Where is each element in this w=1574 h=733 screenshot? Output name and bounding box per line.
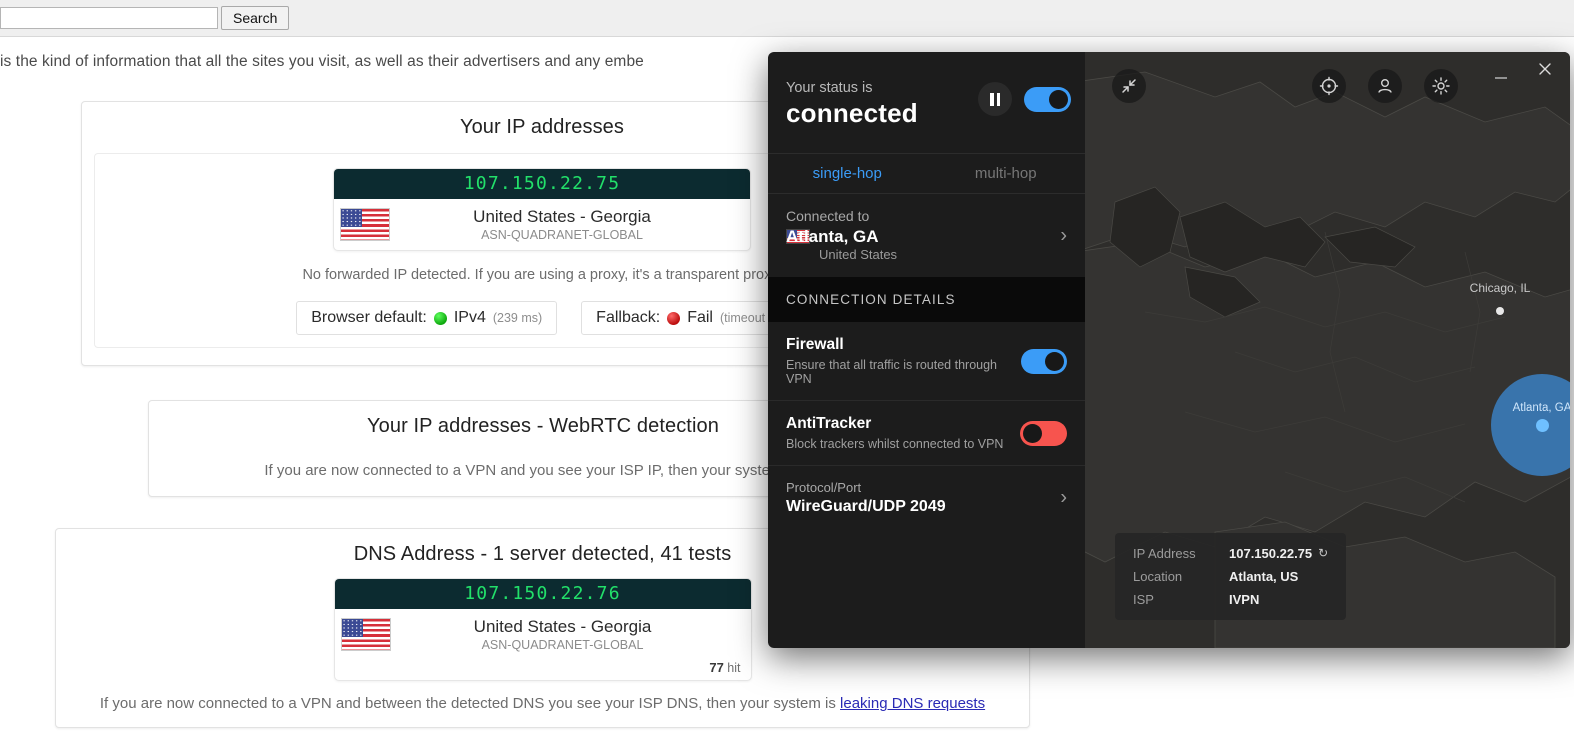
connection-details-header: CONNECTION DETAILS [768, 277, 1085, 322]
ip-asn: ASN-QUADRANET-GLOBAL [481, 228, 643, 242]
gear-icon [1432, 77, 1450, 95]
browser-default-label: Browser default: [311, 309, 427, 326]
tab-multi-hop[interactable]: multi-hop [927, 154, 1086, 193]
search-input[interactable] [0, 7, 218, 29]
close-button[interactable] [1532, 56, 1558, 87]
minimize-button[interactable] [1490, 64, 1512, 91]
vpn-side-panel: Your status is connected single-hop mult… [768, 52, 1085, 648]
dns-leak-link[interactable]: leaking DNS requests [840, 695, 985, 712]
account-button[interactable] [1368, 69, 1402, 103]
dns-footer: If you are now connected to a VPN and be… [56, 695, 1029, 712]
locate-me-button[interactable] [1312, 69, 1346, 103]
chevron-right-icon: › [1060, 486, 1067, 509]
fallback-pill: Fallback: Fail (timeout - [581, 301, 788, 335]
antitracker-toggle[interactable] [1020, 420, 1067, 446]
webrtc-footer-text: If you are now connected to a VPN and yo… [264, 462, 802, 479]
vpn-map[interactable]: Montreal Toronto Chicago, IL New Jersey,… [1085, 52, 1570, 648]
active-city-label: Atlanta, GA [1512, 402, 1570, 414]
info-row-isp: ISP IVPN [1133, 592, 1328, 607]
info-key: ISP [1133, 592, 1154, 607]
protocol-port-row[interactable]: Protocol/Port WireGuard/UDP 2049 › [768, 466, 1085, 530]
shrink-arrows-icon [1122, 79, 1136, 93]
city-label: Chicago, IL [1469, 281, 1531, 295]
browser-default-pill: Browser default: IPv4 (239 ms) [296, 301, 558, 335]
close-icon [1539, 63, 1551, 75]
hop-mode-tabs: single-hop multi-hop [768, 153, 1085, 194]
connected-to-row[interactable]: Connected to Atlanta, GA United States › [768, 194, 1085, 277]
fallback-label: Fallback: [596, 309, 661, 326]
connected-city: Atlanta, GA [786, 226, 879, 246]
vpn-app-window: Your status is connected single-hop mult… [768, 52, 1570, 648]
protocol-value: WireGuard/UDP 2049 [786, 498, 946, 515]
dns-footer-text: If you are now connected to a VPN and be… [99, 695, 841, 712]
tab-single-hop[interactable]: single-hop [768, 154, 927, 193]
antitracker-desc: Block trackers whilst connected to VPN [786, 437, 1004, 451]
ip-address-value: 107.150.22.75 [334, 169, 750, 199]
firewall-row: Firewall Ensure that all traffic is rout… [768, 322, 1085, 401]
info-row-ip-address: IP Address 107.150.22.75 ↻ [1133, 546, 1328, 561]
fallback-status: Fail [687, 309, 713, 326]
info-key: Location [1133, 569, 1183, 584]
red-dot-icon [667, 311, 681, 325]
browser-default-status: IPv4 [453, 309, 486, 326]
ip-result-box: 107.150.22.75 United States - Georgia AS… [333, 168, 751, 251]
ip-country: United States - Georgia [473, 207, 651, 226]
protocol-label: Protocol/Port [786, 480, 862, 495]
city-marker-dot [1496, 307, 1504, 315]
firewall-toggle[interactable] [1021, 348, 1067, 374]
status-block: Your status is connected [768, 52, 1085, 129]
us-flag-icon [340, 208, 390, 241]
collapse-map-button[interactable] [1112, 69, 1146, 103]
info-row-location: Location Atlanta, US [1133, 569, 1328, 584]
search-bar: Search [0, 0, 1574, 37]
info-key: IP Address [1133, 546, 1196, 561]
vpn-connection-toggle[interactable] [1024, 86, 1071, 112]
firewall-title: Firewall [786, 336, 844, 353]
info-value: Atlanta, US [1229, 569, 1299, 584]
dns-ip-value: 107.150.22.76 [334, 579, 751, 609]
antitracker-row: AntiTracker Block trackers whilst connec… [768, 401, 1085, 466]
connected-country: United States [819, 247, 898, 262]
pause-button[interactable] [978, 82, 1012, 116]
crosshair-icon [1319, 76, 1339, 96]
antitracker-title: AntiTracker [786, 415, 872, 432]
us-flag-icon [340, 618, 391, 651]
info-value: 107.150.22.75 [1229, 546, 1313, 561]
refresh-icon[interactable]: ↻ [1318, 546, 1328, 561]
settings-button[interactable] [1424, 69, 1458, 103]
fallback-detail: (timeout - [719, 311, 773, 325]
green-dot-icon [433, 311, 447, 325]
dns-hit-count: 77 hit [709, 660, 741, 675]
chevron-right-icon: › [1060, 224, 1067, 246]
connection-info-card: IP Address 107.150.22.75 ↻ Location Atla… [1115, 533, 1347, 620]
browser-default-detail: (239 ms) [492, 311, 543, 325]
dns-result-box: 107.150.22.76 United States - Georgia AS… [333, 578, 752, 681]
connected-to-label: Connected to [786, 208, 870, 224]
firewall-desc: Ensure that all traffic is routed throug… [786, 358, 997, 386]
dns-asn: ASN-QUADRANET-GLOBAL [481, 638, 644, 652]
active-city-marker-dot [1535, 418, 1549, 432]
search-button[interactable]: Search [221, 6, 290, 30]
minimize-icon [1495, 77, 1507, 79]
info-value: IVPN [1229, 592, 1260, 607]
dns-country: United States - Georgia [473, 617, 652, 636]
person-icon [1378, 79, 1392, 93]
